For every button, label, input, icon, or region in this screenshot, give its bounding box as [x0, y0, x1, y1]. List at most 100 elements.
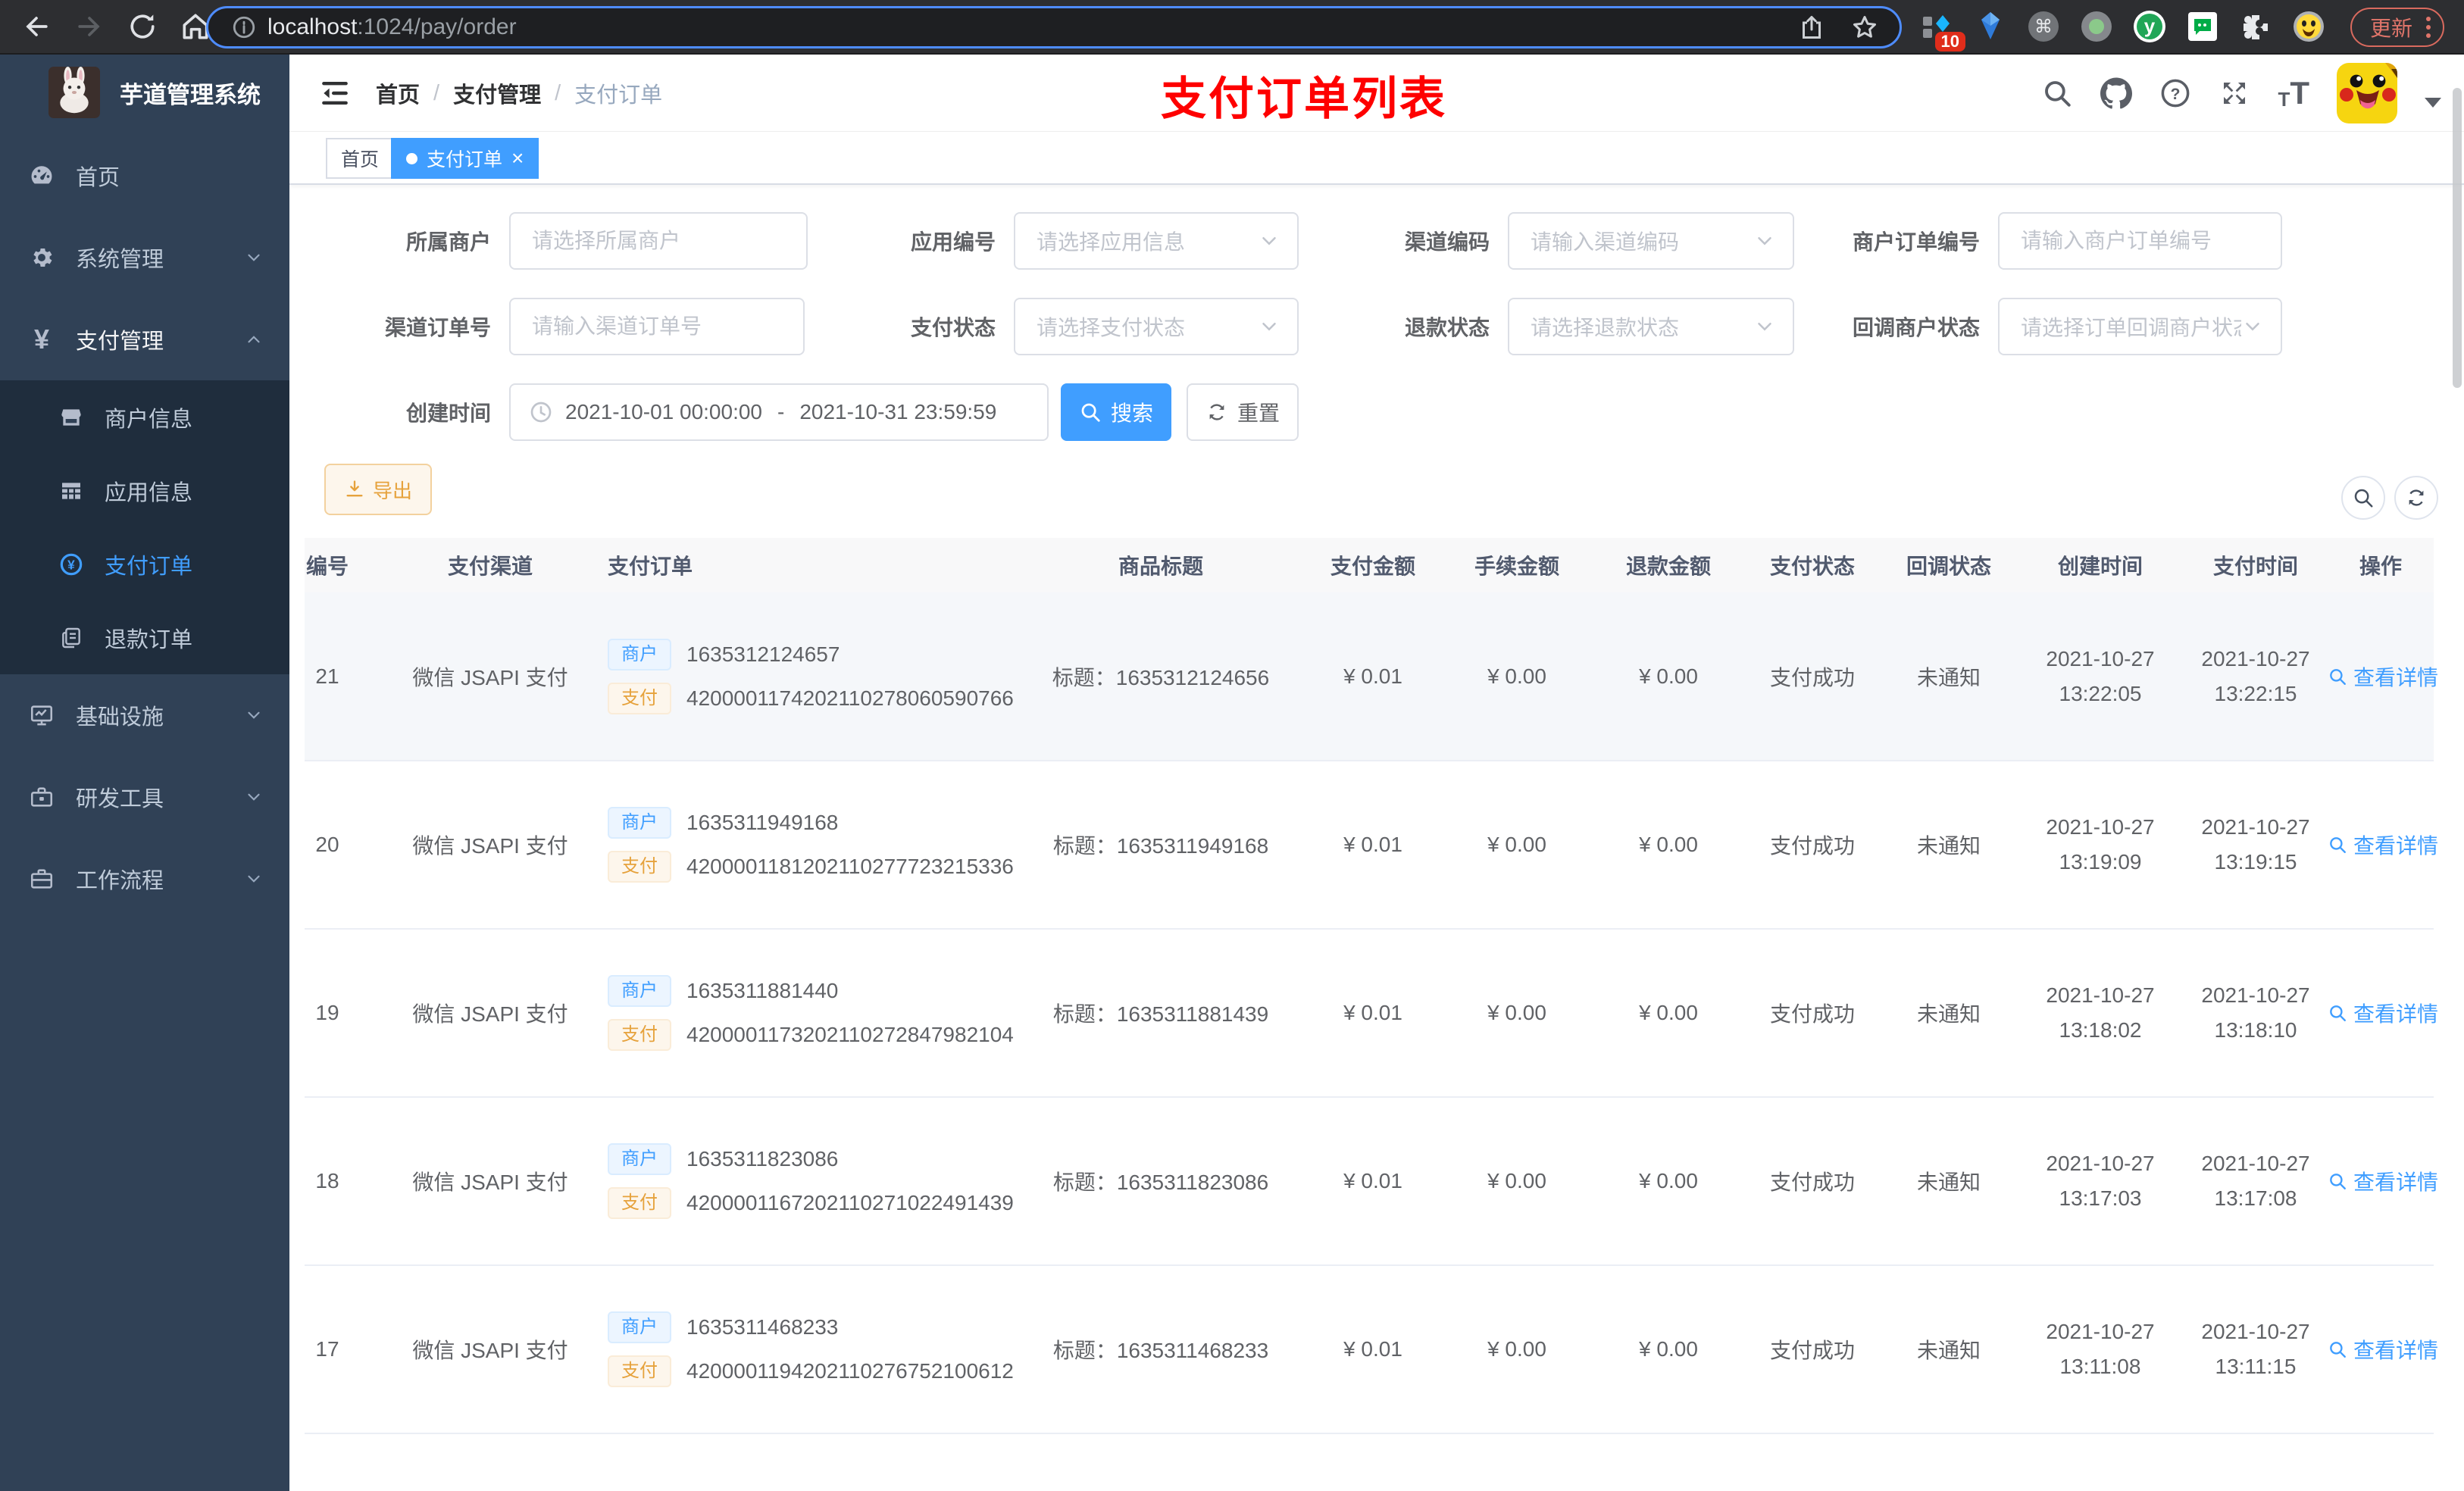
fullscreen-icon[interactable]: [2219, 77, 2250, 109]
view-detail-link[interactable]: 查看详情: [2328, 1166, 2438, 1196]
cell-refund: ¥ 0.00: [1593, 1097, 1744, 1266]
cell-pay-order: 商户 1635311949168 支付 42000011812021102777232…: [585, 761, 1017, 930]
cell-pay-status: [1744, 1433, 1881, 1491]
extension-emoji-icon[interactable]: [2287, 5, 2331, 48]
refund-status-select[interactable]: 请选择退款状态: [1508, 298, 1794, 355]
sidebar-item-system[interactable]: 系统管理: [0, 217, 289, 299]
search-icon: [2354, 489, 2373, 508]
browser-menu-icon[interactable]: [2426, 17, 2431, 38]
svg-text:⌘: ⌘: [2034, 17, 2053, 37]
avatar[interactable]: [2337, 63, 2397, 123]
sidebar-item-label: 商户信息: [105, 407, 193, 432]
search-circle-button[interactable]: [2341, 476, 2385, 520]
view-detail-link[interactable]: 查看详情: [2328, 830, 2438, 860]
date-separator: -: [777, 400, 785, 424]
channel-order-no-input[interactable]: [509, 298, 805, 355]
github-icon[interactable]: [2100, 77, 2133, 109]
refresh-circle-button[interactable]: [2394, 476, 2438, 520]
site-info-icon[interactable]: [231, 14, 257, 40]
sidebar-fold-icon[interactable]: [318, 77, 352, 110]
cell-created-time: 2021-10-27 13:17:03: [2017, 1097, 2184, 1266]
search-button[interactable]: 搜索: [1061, 383, 1171, 441]
sidebar-item-pay[interactable]: ¥ 支付管理: [0, 299, 289, 380]
pay-status-select[interactable]: 请选择支付状态: [1014, 298, 1299, 355]
sidebar-item-merchant-info[interactable]: 商户信息: [0, 380, 289, 454]
help-icon[interactable]: ?: [2159, 77, 2191, 109]
sidebar-item-refund-order[interactable]: 退款订单: [0, 601, 289, 674]
cell-id: 17: [305, 1265, 396, 1434]
cell-pay-order: 商户 1635312124657 支付 42000011742021102780605…: [585, 592, 1017, 761]
filter-label: 支付状态: [910, 316, 996, 339]
channel-code-select[interactable]: 请输入渠道编码: [1508, 212, 1794, 270]
merchant-input[interactable]: [509, 212, 808, 270]
extension-puzzle-icon[interactable]: [2234, 5, 2278, 48]
column-header: 创建时间: [2017, 538, 2184, 592]
app-logo[interactable]: 芋道管理系统: [0, 55, 289, 130]
tab-home[interactable]: 首页: [326, 138, 395, 179]
extension-chat-icon[interactable]: [2181, 5, 2225, 48]
pay-tag: 支付: [608, 1355, 671, 1387]
view-detail-link[interactable]: 查看详情: [2328, 998, 2438, 1028]
toolbox-icon: [30, 787, 53, 807]
browser-update-button[interactable]: 更新: [2350, 8, 2444, 47]
pay-tag: 支付: [608, 1187, 671, 1219]
sidebar-item-app-info[interactable]: 应用信息: [0, 454, 289, 527]
date-end: 2021-10-31 23:59:59: [799, 400, 997, 424]
extension-command-icon[interactable]: ⌘: [2022, 5, 2065, 48]
browser-reload-icon[interactable]: [126, 10, 159, 43]
date-range-input[interactable]: 2021-10-01 00:00:00 - 2021-10-31 23:59:5…: [509, 383, 1049, 441]
search-icon: [1081, 403, 1100, 422]
page-annotation: 支付订单列表: [1161, 73, 1447, 124]
cell-paid-time: 2021-10-27 13:19:15: [2184, 761, 2328, 930]
cell-channel: 微信 JSAPI 支付: [396, 929, 585, 1098]
notify-status-select[interactable]: 请选择订单回调商户状态: [1998, 298, 2282, 355]
merchant-order-no-input[interactable]: [1998, 212, 2282, 270]
cell-action: [2328, 1433, 2434, 1491]
table-row: 17 微信 JSAPI 支付 商户 1635311468233 支付 4200001194…: [305, 1265, 2438, 1434]
export-button[interactable]: 导出: [324, 464, 433, 515]
share-icon[interactable]: [1798, 14, 1825, 41]
extension-y-icon[interactable]: y: [2128, 5, 2172, 48]
merchant-tag: 商户: [608, 975, 671, 1007]
table-row: 21 微信 JSAPI 支付 商户 1635312124657 支付 4200001174…: [305, 592, 2438, 761]
chevron-down-icon: [1262, 237, 1276, 245]
avatar-caret-icon[interactable]: [2425, 97, 2441, 108]
view-detail-link[interactable]: 查看详情: [2328, 1334, 2438, 1364]
cell-fee: ¥ 0.00: [1441, 1097, 1593, 1266]
sidebar-item-label: 系统管理: [76, 248, 164, 272]
navbar-tools: ? TT: [2041, 55, 2441, 132]
extension-devtools-icon[interactable]: 10: [1915, 5, 1965, 52]
cell-refund: ¥ 0.00: [1593, 929, 1744, 1098]
cell-notify-status: 未通知: [1881, 761, 2017, 930]
cell-channel: 微信 JSAPI 支付: [396, 761, 585, 930]
filter-channel-code: 渠道编码 请输入渠道编码: [1405, 212, 1794, 270]
breadcrumb-home[interactable]: 首页: [376, 77, 420, 109]
app-select[interactable]: 请选择应用信息: [1014, 212, 1299, 270]
tab-close-icon[interactable]: ×: [511, 148, 524, 169]
sidebar-item-workflow[interactable]: 工作流程: [0, 838, 289, 920]
extension-green-dot-icon[interactable]: [2075, 5, 2118, 48]
page-scrollbar[interactable]: [2453, 88, 2462, 388]
extension-balloon-icon[interactable]: [1968, 5, 2012, 48]
sidebar-item-home[interactable]: 首页: [0, 135, 289, 217]
browser-back-icon[interactable]: [20, 10, 53, 43]
search-icon: [2330, 668, 2346, 685]
view-detail-link[interactable]: 查看详情: [2328, 661, 2438, 692]
chevron-up-icon: [248, 336, 260, 343]
browser-forward-icon[interactable]: [73, 10, 106, 43]
sidebar-item-infra[interactable]: 基础设施: [0, 674, 289, 756]
merchant-tag: 商户: [608, 807, 671, 839]
sidebar-item-devtools[interactable]: 研发工具: [0, 756, 289, 838]
search-icon[interactable]: [2041, 77, 2073, 109]
chevron-down-icon: [248, 875, 260, 883]
reset-button[interactable]: 重置: [1187, 383, 1299, 441]
bookmark-star-icon[interactable]: [1851, 14, 1878, 41]
chevron-down-icon: [1262, 323, 1276, 331]
url-bar[interactable]: localhost:1024/pay/order: [206, 6, 1902, 48]
font-size-icon[interactable]: TT: [2278, 77, 2309, 110]
breadcrumb-pay[interactable]: 支付管理: [453, 77, 541, 109]
tab-pay-order[interactable]: 支付订单 ×: [391, 138, 539, 179]
pay-submenu: 商户信息 应用信息 ¥ 支付订单 退款订单: [0, 380, 289, 674]
merchant-tag: 商户: [608, 638, 671, 670]
sidebar-item-pay-order[interactable]: ¥ 支付订单: [0, 527, 289, 601]
